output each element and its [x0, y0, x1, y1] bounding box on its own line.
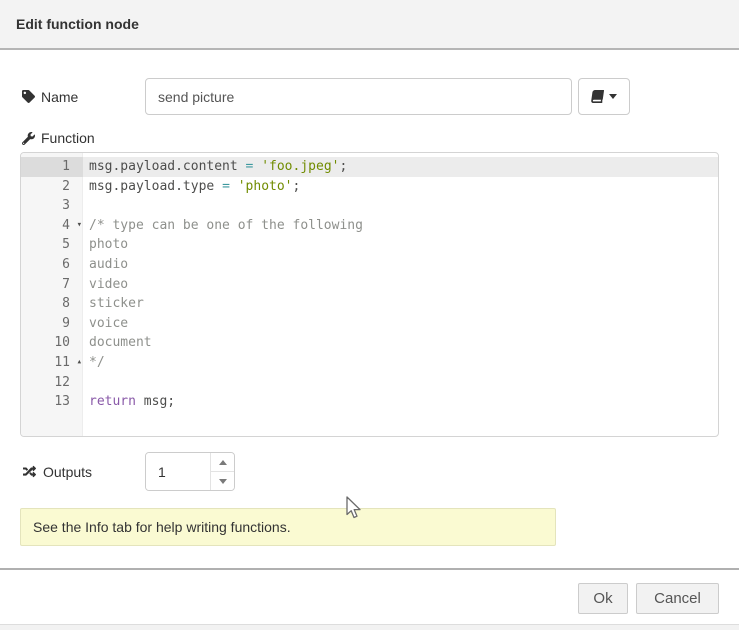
code-text: audio	[83, 255, 128, 275]
code-line[interactable]: 11▴*/	[21, 353, 718, 373]
name-label-text: Name	[41, 89, 78, 105]
library-button[interactable]	[578, 78, 630, 115]
form-tip-text: See the Info tab for help writing functi…	[33, 519, 291, 535]
function-label: Function	[22, 128, 95, 148]
line-number: 1	[21, 157, 83, 177]
code-text: */	[83, 353, 105, 373]
fold-open-icon[interactable]: ▾	[77, 216, 82, 236]
code-line[interactable]: 10document	[21, 333, 718, 353]
code-line[interactable]: 6audio	[21, 255, 718, 275]
code-line[interactable]: 5photo	[21, 235, 718, 255]
code-text: document	[83, 333, 152, 353]
code-text	[83, 373, 89, 393]
arrow-down-icon	[219, 479, 227, 484]
ok-button[interactable]: Ok	[578, 583, 628, 614]
dialog-title: Edit function node	[16, 16, 139, 32]
caret-down-icon	[609, 94, 617, 99]
code-line[interactable]: 13return msg;	[21, 392, 718, 412]
form-tip: See the Info tab for help writing functi…	[20, 508, 556, 546]
arrow-up-icon	[219, 460, 227, 465]
code-line[interactable]: 9voice	[21, 314, 718, 334]
name-label: Name	[22, 78, 78, 115]
spinner-up-button[interactable]	[211, 453, 234, 472]
code-text: msg.payload.type = 'photo';	[83, 177, 300, 197]
fold-close-icon[interactable]: ▴	[77, 353, 82, 373]
name-input[interactable]	[145, 78, 572, 115]
shuffle-icon	[22, 465, 37, 478]
edit-function-dialog: Edit function node Name Function 1msg.pa…	[0, 0, 739, 630]
line-number: 13	[21, 392, 83, 412]
line-number: 2	[21, 177, 83, 197]
dialog-header: Edit function node	[0, 0, 739, 50]
footer-divider	[0, 568, 739, 570]
code-text: video	[83, 275, 128, 295]
cancel-button[interactable]: Cancel	[636, 583, 719, 614]
line-number: 7	[21, 275, 83, 295]
line-number: 9	[21, 314, 83, 334]
code-editor-lines: 1msg.payload.content = 'foo.jpeg';2msg.p…	[21, 157, 718, 412]
line-number: 12	[21, 373, 83, 393]
wrench-icon	[22, 132, 35, 145]
code-line[interactable]: 3	[21, 196, 718, 216]
code-text: voice	[83, 314, 128, 334]
code-line[interactable]: 7video	[21, 275, 718, 295]
code-line[interactable]: 1msg.payload.content = 'foo.jpeg';	[21, 157, 718, 177]
code-text: photo	[83, 235, 128, 255]
line-number: 11▴	[21, 353, 83, 373]
code-editor[interactable]: 1msg.payload.content = 'foo.jpeg';2msg.p…	[20, 152, 719, 437]
code-line[interactable]: 2msg.payload.type = 'photo';	[21, 177, 718, 197]
tag-icon	[22, 90, 35, 103]
book-icon	[590, 90, 605, 103]
code-text: return msg;	[83, 392, 175, 412]
line-number: 8	[21, 294, 83, 314]
line-number: 10	[21, 333, 83, 353]
spinner-down-button[interactable]	[211, 472, 234, 490]
function-label-text: Function	[41, 130, 95, 146]
spinner-buttons	[210, 453, 234, 490]
code-text: sticker	[83, 294, 144, 314]
outputs-spinner	[145, 452, 235, 491]
code-line[interactable]: 12	[21, 373, 718, 393]
code-line[interactable]: 8sticker	[21, 294, 718, 314]
outputs-input[interactable]	[146, 453, 210, 490]
line-number: 4▾	[21, 216, 83, 236]
code-text: /* type can be one of the following	[83, 216, 363, 236]
line-number: 3	[21, 196, 83, 216]
line-number: 6	[21, 255, 83, 275]
line-number: 5	[21, 235, 83, 255]
outputs-label-text: Outputs	[43, 464, 92, 480]
outputs-label: Outputs	[22, 452, 92, 491]
code-line[interactable]: 4▾/* type can be one of the following	[21, 216, 718, 236]
code-text: msg.payload.content = 'foo.jpeg';	[83, 157, 347, 177]
code-text	[83, 196, 89, 216]
bottom-strip	[0, 624, 739, 630]
